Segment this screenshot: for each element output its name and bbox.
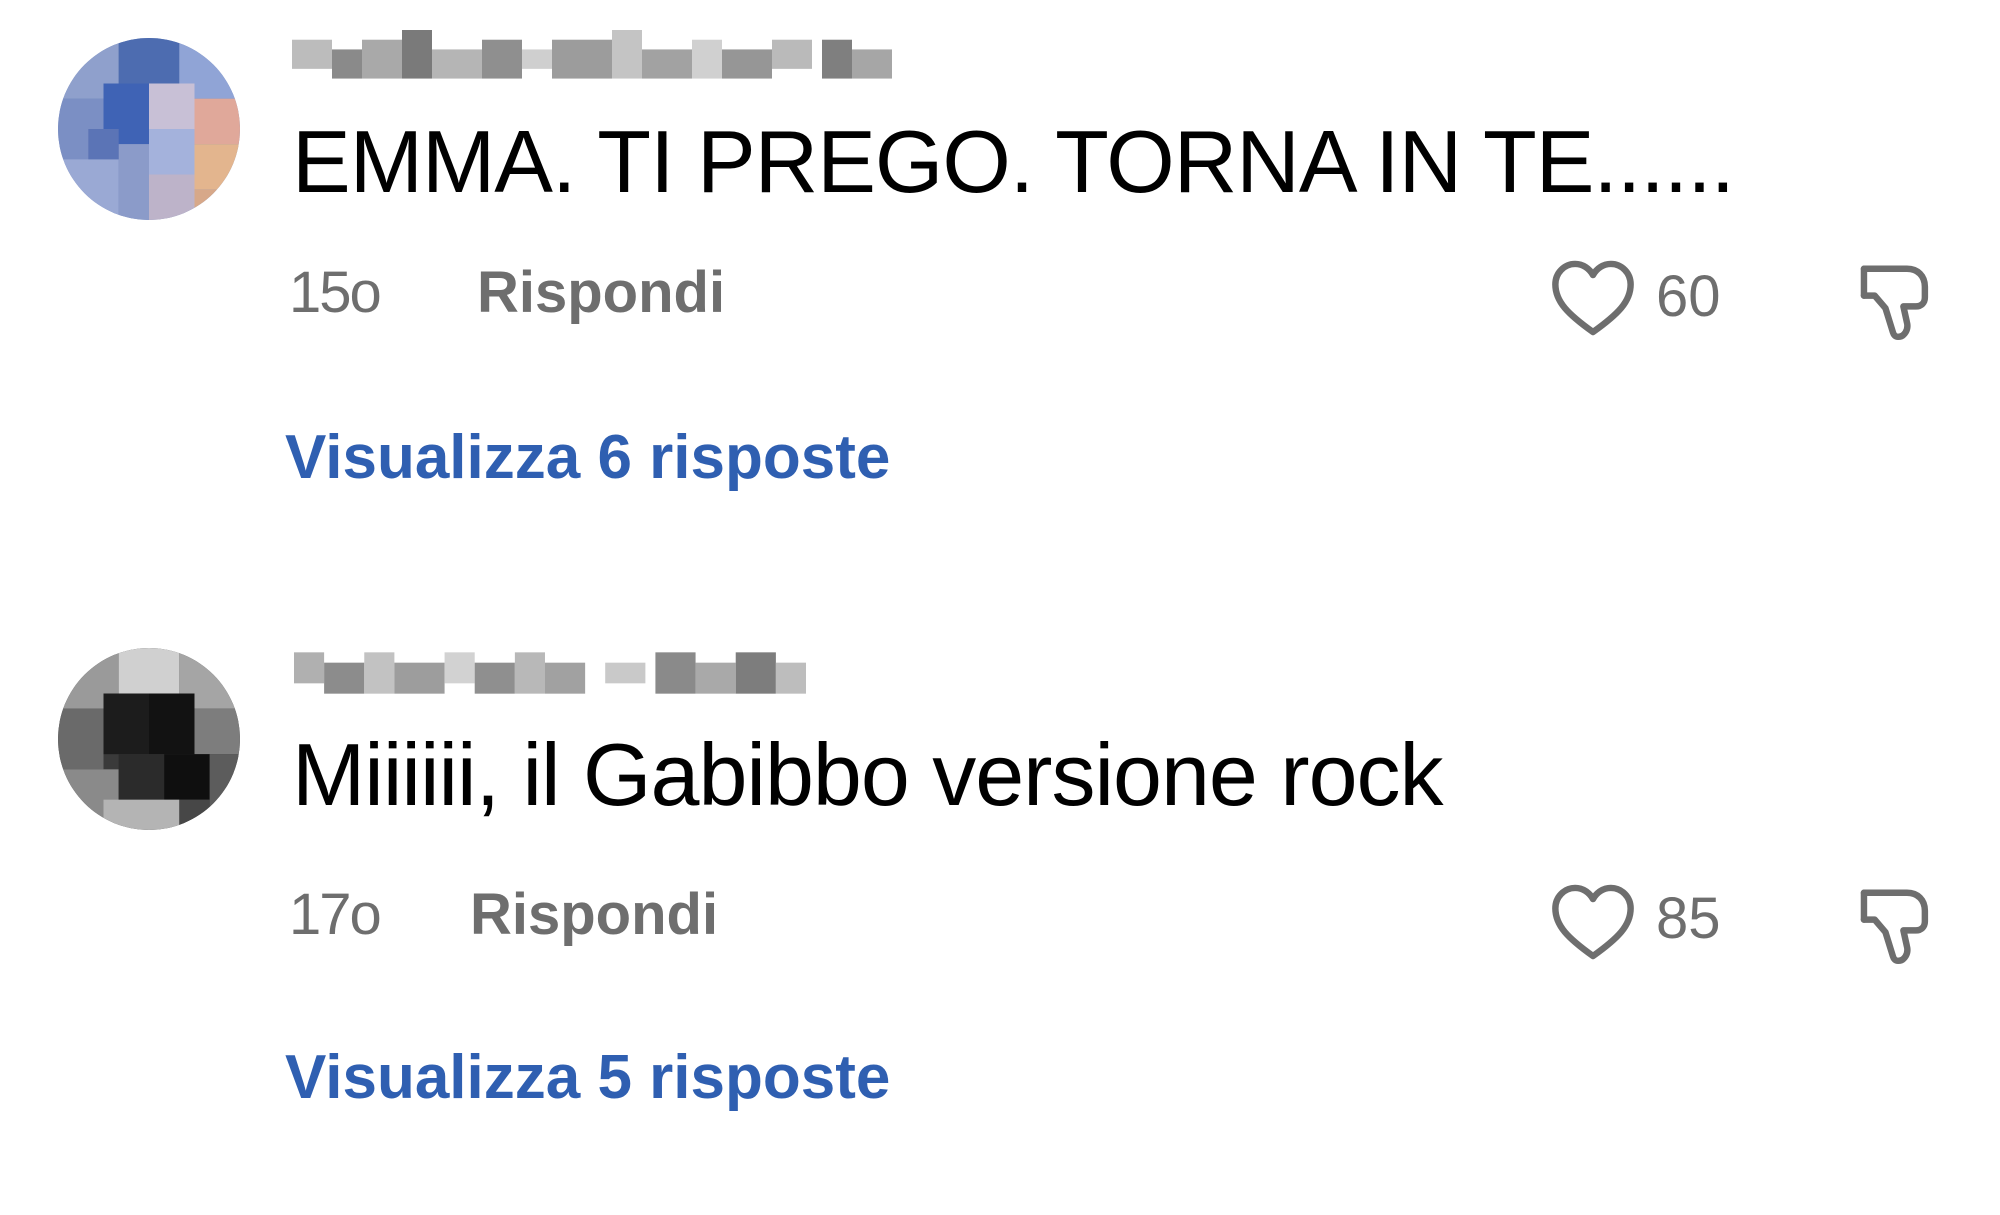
view-replies-link[interactable]: Visualizza 6 risposte (285, 420, 890, 496)
username-blurred[interactable] (292, 30, 922, 98)
thumbs-down-outline-icon[interactable] (1855, 256, 1941, 346)
reply-button[interactable]: Rispondi (477, 258, 725, 328)
comment-item: Miiiiii, il Gabibbo versione rock 17o Ri… (0, 620, 2000, 1215)
thumbs-down-outline-icon[interactable] (1855, 880, 1941, 970)
pixelated-avatar-image (58, 38, 240, 220)
like-count: 60 (1656, 264, 1721, 329)
heart-outline-icon[interactable] (1550, 258, 1636, 338)
comment-text: Miiiiii, il Gabibbo versione rock (292, 725, 1444, 824)
comment-timestamp: 17o (289, 882, 382, 947)
comment-timestamp: 15o (289, 260, 382, 325)
blurred-username-image (292, 30, 892, 79)
username-blurred[interactable] (294, 642, 806, 704)
reply-button[interactable]: Rispondi (470, 880, 718, 950)
comment-item: EMMA. TI PREGO. TORNA IN TE...... 15o Ri… (0, 0, 2000, 600)
avatar[interactable] (58, 648, 240, 830)
pixelated-avatar-image (58, 648, 240, 830)
heart-outline-icon[interactable] (1550, 882, 1636, 962)
view-replies-link[interactable]: Visualizza 5 risposte (285, 1040, 890, 1116)
like-count: 85 (1656, 886, 1721, 951)
avatar[interactable] (58, 38, 240, 220)
blurred-username-image (294, 652, 806, 694)
comment-text: EMMA. TI PREGO. TORNA IN TE...... (292, 112, 1735, 211)
